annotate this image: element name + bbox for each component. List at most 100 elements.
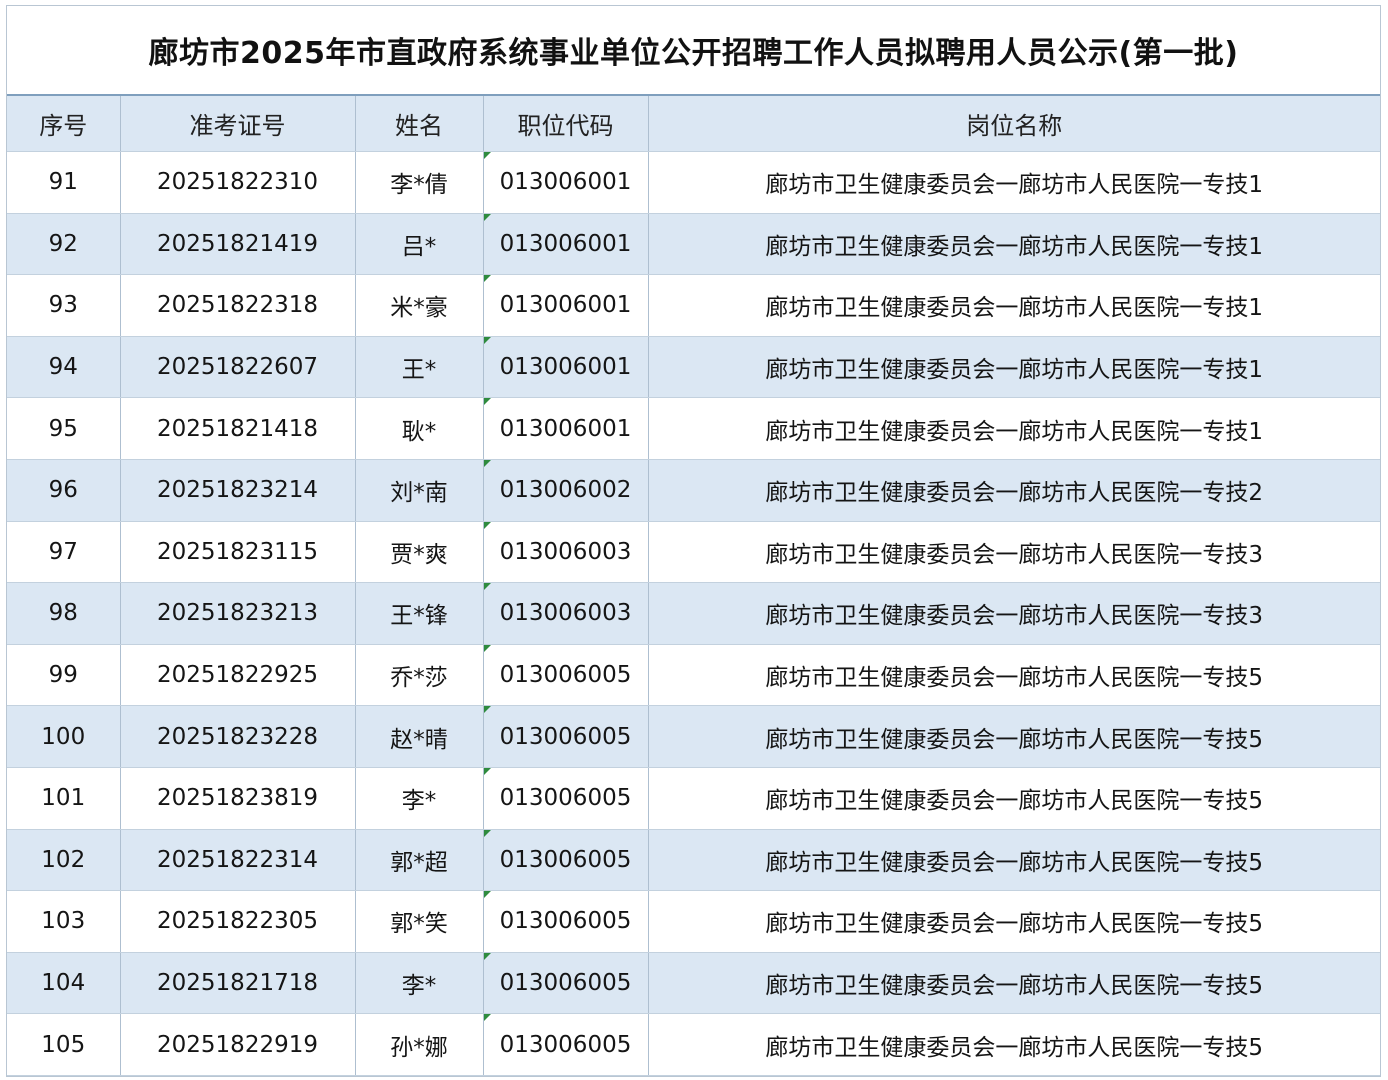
name-cell: 乔*莎 (355, 644, 484, 707)
name-cell: 郭*超 (355, 829, 484, 892)
serial-number-cell: 104 (7, 952, 121, 1015)
position-code-cell: 013006005 (483, 952, 649, 1015)
table-row: 92 20251821419 吕* 013006001 廊坊市卫生健康委员会一廊坊市人民… (7, 213, 1380, 276)
exam-id-cell: 20251822925 (120, 644, 356, 707)
table-row: 94 20251822607 王* 013006001 廊坊市卫生健康委员会一廊坊市人民… (7, 336, 1380, 399)
column-header-exam-id: 准考证号 (120, 96, 356, 152)
serial-number-cell: 91 (7, 151, 121, 214)
exam-id-cell: 20251822919 (120, 1013, 356, 1076)
cell-comment-marker-icon (483, 213, 491, 221)
name-cell: 赵*晴 (355, 705, 484, 768)
table-row: 96 20251823214 刘*南 013006002 廊坊市卫生健康委员会一廊坊市人… (7, 459, 1380, 522)
cell-comment-marker-icon (483, 336, 491, 344)
exam-id-cell: 20251822314 (120, 829, 356, 892)
page-title: 廊坊市2025年市直政府系统事业单位公开招聘工作人员拟聘用人员公示(第一批) (7, 6, 1380, 96)
serial-number-cell: 97 (7, 521, 121, 584)
column-header-name: 姓名 (355, 96, 484, 152)
position-name-cell: 廊坊市卫生健康委员会一廊坊市人民医院一专技1 (648, 397, 1380, 460)
serial-number-cell: 101 (7, 767, 121, 830)
serial-number-cell: 95 (7, 397, 121, 460)
position-code-cell: 013006005 (483, 829, 649, 892)
name-cell: 吕* (355, 213, 484, 276)
table-row: 104 20251821718 李* 013006005 廊坊市卫生健康委员会一廊坊市人… (7, 952, 1380, 1015)
position-name-cell: 廊坊市卫生健康委员会一廊坊市人民医院一专技1 (648, 151, 1380, 214)
position-name-cell: 廊坊市卫生健康委员会一廊坊市人民医院一专技5 (648, 952, 1380, 1015)
serial-number-cell: 99 (7, 644, 121, 707)
position-name-cell: 廊坊市卫生健康委员会一廊坊市人民医院一专技1 (648, 274, 1380, 337)
position-name-cell: 廊坊市卫生健康委员会一廊坊市人民医院一专技2 (648, 459, 1380, 522)
position-name-cell: 廊坊市卫生健康委员会一廊坊市人民医院一专技3 (648, 521, 1380, 584)
column-header-serial-number: 序号 (7, 96, 121, 152)
name-cell: 刘*南 (355, 459, 484, 522)
position-code-cell: 013006001 (483, 397, 649, 460)
position-name-cell: 廊坊市卫生健康委员会一廊坊市人民医院一专技1 (648, 336, 1380, 399)
serial-number-cell: 96 (7, 459, 121, 522)
position-code-cell: 013006005 (483, 890, 649, 953)
cell-comment-marker-icon (483, 644, 491, 652)
cell-comment-marker-icon (483, 275, 491, 283)
table-row: 91 20251822310 李*倩 013006001 廊坊市卫生健康委员会一廊坊市人… (7, 151, 1380, 214)
exam-id-cell: 20251821718 (120, 952, 356, 1015)
serial-number-cell: 98 (7, 582, 121, 645)
table-row: 98 20251823213 王*锋 013006003 廊坊市卫生健康委员会一廊坊市人… (7, 582, 1380, 645)
position-code-cell: 013006005 (483, 644, 649, 707)
cell-comment-marker-icon (483, 583, 491, 591)
cell-comment-marker-icon (483, 829, 491, 837)
position-name-cell: 廊坊市卫生健康委员会一廊坊市人民医院一专技5 (648, 829, 1380, 892)
name-cell: 李* (355, 767, 484, 830)
position-name-cell: 廊坊市卫生健康委员会一廊坊市人民医院一专技5 (648, 890, 1380, 953)
candidates-table: 序号 准考证号 姓名 职位代码 岗位名称 91 20251822310 李*倩 013… (7, 96, 1380, 1076)
position-code-cell: 013006005 (483, 705, 649, 768)
position-code-cell: 013006001 (483, 213, 649, 276)
table-row: 100 20251823228 赵*晴 013006005 廊坊市卫生健康委员会一廊坊市… (7, 705, 1380, 768)
cell-comment-marker-icon (483, 1014, 491, 1022)
position-name-cell: 廊坊市卫生健康委员会一廊坊市人民医院一专技5 (648, 767, 1380, 830)
serial-number-cell: 94 (7, 336, 121, 399)
position-code-cell: 013006003 (483, 582, 649, 645)
position-name-cell: 廊坊市卫生健康委员会一廊坊市人民医院一专技5 (648, 644, 1380, 707)
table-row: 105 20251822919 孙*娜 013006005 廊坊市卫生健康委员会一廊坊市… (7, 1013, 1380, 1076)
position-code-cell: 013006001 (483, 151, 649, 214)
column-header-position-name: 岗位名称 (648, 96, 1380, 152)
column-header-position-code: 职位代码 (483, 96, 649, 152)
serial-number-cell: 93 (7, 274, 121, 337)
name-cell: 郭*笑 (355, 890, 484, 953)
table-row: 93 20251822318 米*豪 013006001 廊坊市卫生健康委员会一廊坊市人… (7, 274, 1380, 337)
cell-comment-marker-icon (483, 152, 491, 159)
header-row: 序号 准考证号 姓名 职位代码 岗位名称 (7, 96, 1380, 152)
exam-id-cell: 20251823228 (120, 705, 356, 768)
exam-id-cell: 20251823214 (120, 459, 356, 522)
cell-comment-marker-icon (483, 398, 491, 406)
name-cell: 王* (355, 336, 484, 399)
cell-comment-marker-icon (483, 952, 491, 960)
table-row: 99 20251822925 乔*莎 013006005 廊坊市卫生健康委员会一廊坊市人… (7, 644, 1380, 707)
exam-id-cell: 20251822318 (120, 274, 356, 337)
serial-number-cell: 102 (7, 829, 121, 892)
position-name-cell: 廊坊市卫生健康委员会一廊坊市人民医院一专技5 (648, 1013, 1380, 1076)
exam-id-cell: 20251821419 (120, 213, 356, 276)
name-cell: 米*豪 (355, 274, 484, 337)
exam-id-cell: 20251822310 (120, 151, 356, 214)
cell-comment-marker-icon (483, 706, 491, 714)
position-code-cell: 013006001 (483, 336, 649, 399)
serial-number-cell: 103 (7, 890, 121, 953)
table-header: 序号 准考证号 姓名 职位代码 岗位名称 (7, 96, 1380, 152)
exam-id-cell: 20251822607 (120, 336, 356, 399)
name-cell: 李*倩 (355, 151, 484, 214)
cell-comment-marker-icon (483, 459, 491, 467)
name-cell: 耿* (355, 397, 484, 460)
position-name-cell: 廊坊市卫生健康委员会一廊坊市人民医院一专技3 (648, 582, 1380, 645)
cell-comment-marker-icon (483, 891, 491, 899)
name-cell: 孙*娜 (355, 1013, 484, 1076)
serial-number-cell: 105 (7, 1013, 121, 1076)
serial-number-cell: 100 (7, 705, 121, 768)
serial-number-cell: 92 (7, 213, 121, 276)
exam-id-cell: 20251821418 (120, 397, 356, 460)
position-name-cell: 廊坊市卫生健康委员会一廊坊市人民医院一专技1 (648, 213, 1380, 276)
cell-comment-marker-icon (483, 767, 491, 775)
cell-comment-marker-icon (483, 521, 491, 529)
table-row: 102 20251822314 郭*超 013006005 廊坊市卫生健康委员会一廊坊市… (7, 829, 1380, 892)
table-row: 95 20251821418 耿* 013006001 廊坊市卫生健康委员会一廊坊市人民… (7, 397, 1380, 460)
table-row: 101 20251823819 李* 013006005 廊坊市卫生健康委员会一廊坊市人… (7, 767, 1380, 830)
exam-id-cell: 20251823819 (120, 767, 356, 830)
